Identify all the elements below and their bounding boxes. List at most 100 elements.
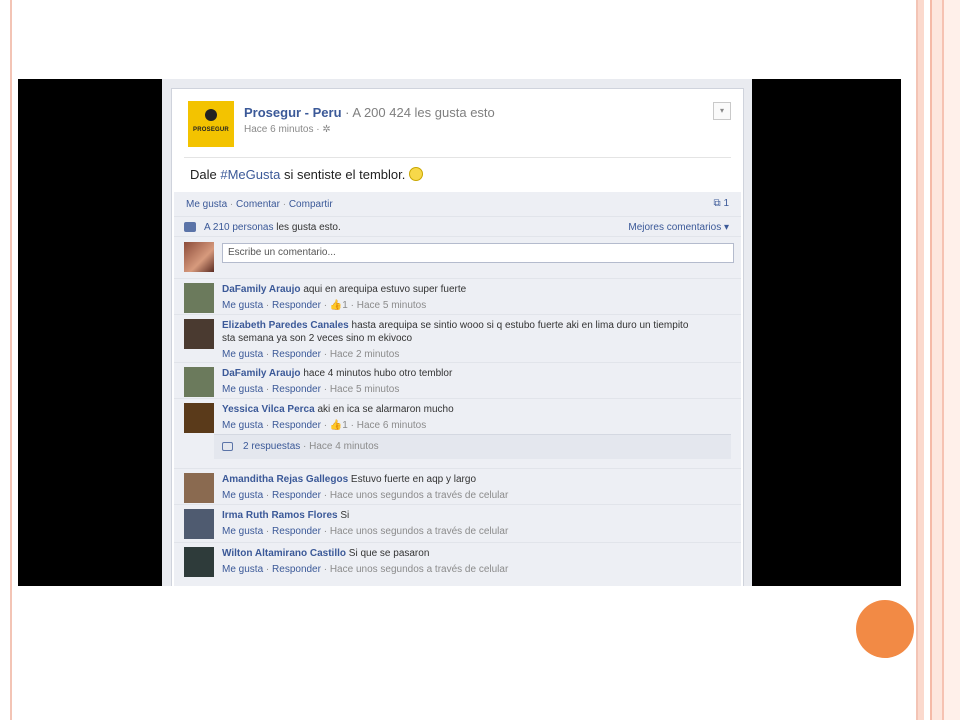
comment-body: DaFamily Araujo hace 4 minutos hubo otro…	[222, 367, 702, 396]
comment-item: Amanditha Rejas Gallegos Estuvo fuerte e…	[174, 468, 741, 505]
comment-author-link[interactable]: DaFamily Araujo	[222, 368, 301, 379]
replies-count-link[interactable]: 2 respuestas	[243, 441, 300, 452]
comment-author-link[interactable]: Amanditha Rejas Gallegos	[222, 474, 348, 485]
comment-like-link[interactable]: Me gusta	[222, 384, 263, 395]
reply-bubble-icon	[222, 442, 233, 451]
likers-link[interactable]: A 210 personas	[204, 222, 274, 233]
comment-item: DaFamily Araujo aqui en arequipa estuvo …	[174, 278, 741, 315]
comment-reply-link[interactable]: Responder	[272, 564, 321, 575]
comment-link[interactable]: Comentar	[236, 199, 280, 210]
avatar[interactable]	[184, 319, 214, 349]
comment-like-link[interactable]: Me gusta	[222, 349, 263, 360]
comment-compose-row: Escribe un comentario...	[174, 236, 741, 273]
avatar[interactable]	[184, 473, 214, 503]
comment-meta-text: · 👍1 · Hace 5 minutos	[320, 300, 427, 311]
avatar[interactable]	[184, 547, 214, 577]
view-replies-row[interactable]: 2 respuestas · Hace 4 minutos	[214, 434, 731, 459]
comment-input[interactable]: Escribe un comentario...	[222, 243, 734, 263]
page-name-link[interactable]: Prosegur - Peru	[244, 105, 342, 120]
post-text-start: Dale	[190, 167, 221, 182]
logo-text: PROSEGUR	[193, 127, 229, 133]
avatar[interactable]	[184, 367, 214, 397]
comment-body: Irma Ruth Ramos Flores Si Me gusta · Res…	[222, 509, 702, 538]
comment-like-link[interactable]: Me gusta	[222, 300, 263, 311]
thumbs-up-icon	[184, 222, 196, 232]
comment-text: aqui en arequipa estuvo super fuerte	[300, 284, 467, 295]
comment-reply-link[interactable]: Responder	[272, 420, 321, 431]
avatar[interactable]	[184, 242, 214, 272]
feedback-section: Me gusta · Comentar · Compartir ⧉ 1 A 21…	[174, 192, 741, 586]
comment-text: hace 4 minutos hubo otro temblor	[300, 368, 453, 379]
comment-meta-text: · Hace unos segundos a través de celular	[320, 490, 509, 501]
decorative-orange-circle	[856, 600, 914, 658]
comment-body: Amanditha Rejas Gallegos Estuvo fuerte e…	[222, 473, 702, 502]
comment-body: Wilton Altamirano Castillo Si que se pas…	[222, 547, 702, 576]
avatar[interactable]	[184, 509, 214, 539]
share-icon: ⧉	[713, 198, 721, 209]
hashtag-link[interactable]: #MeGusta	[220, 167, 280, 182]
comment-text: aki en ica se alarmaron mucho	[314, 404, 454, 415]
comment-reply-link[interactable]: Responder	[272, 300, 321, 311]
comment-text: Estuvo fuerte en aqp y largo	[348, 474, 477, 485]
comment-meta-text: · Hace unos segundos a través de celular	[320, 526, 509, 537]
comment-item: Elizabeth Paredes Canales hasta arequipa…	[174, 314, 741, 363]
comment-reply-link[interactable]: Responder	[272, 384, 321, 395]
avatar[interactable]	[184, 283, 214, 313]
share-count[interactable]: ⧉ 1	[714, 198, 729, 209]
comment-text: Si que se pasaron	[346, 548, 430, 559]
comment-body: Elizabeth Paredes Canales hasta arequipa…	[222, 319, 702, 361]
comment-meta: Me gusta · Responder · 👍1 · Hace 5 minut…	[222, 300, 427, 311]
comment-item: Wilton Altamirano Castillo Si que se pas…	[174, 542, 741, 583]
slide-right-border	[918, 0, 960, 720]
comment-reply-link[interactable]: Responder	[272, 490, 321, 501]
screenshot-area: PROSEGUR Prosegur - Peru · A 200 424 les…	[18, 79, 901, 586]
comment-author-link[interactable]: DaFamily Araujo	[222, 284, 301, 295]
comment-author-link[interactable]: Irma Ruth Ramos Flores	[222, 510, 338, 521]
comment-text: Si	[337, 510, 350, 521]
comment-item: Yessica Vilca Perca aki en ica se alarma…	[174, 398, 741, 437]
comment-item: Irma Ruth Ramos Flores Si Me gusta · Res…	[174, 504, 741, 543]
likes-summary-text: les gusta esto.	[273, 222, 341, 233]
comment-like-link[interactable]: Me gusta	[222, 490, 263, 501]
separator: ·	[279, 199, 289, 210]
chevron-down-icon: ▾	[719, 106, 724, 115]
comment-meta: Me gusta · Responder · Hace 5 minutos	[222, 384, 400, 395]
comment-reply-link[interactable]: Responder	[272, 526, 321, 537]
comment-meta: Me gusta · Responder · Hace unos segundo…	[222, 490, 509, 501]
comment-author-link[interactable]: Yessica Vilca Perca	[222, 404, 315, 415]
replies-summary: 2 respuestas · Hace 4 minutos	[243, 441, 379, 452]
slide-left-border	[0, 0, 12, 720]
comment-meta-text: · Hace 2 minutos	[320, 349, 400, 360]
comment-body: Yessica Vilca Perca aki en ica se alarma…	[222, 403, 702, 432]
like-link[interactable]: Me gusta	[186, 199, 227, 210]
divider	[184, 157, 731, 158]
comment-sort-dropdown[interactable]: Mejores comentarios ▾	[628, 222, 729, 233]
logo-emblem-icon	[205, 109, 217, 121]
avatar[interactable]	[184, 403, 214, 433]
comment-item: DaFamily Araujo hace 4 minutos hubo otro…	[174, 362, 741, 399]
comment-like-link[interactable]: Me gusta	[222, 420, 263, 431]
comment-like-link[interactable]: Me gusta	[222, 526, 263, 537]
comment-meta: Me gusta · Responder · Hace unos segundo…	[222, 564, 509, 575]
post-timestamp[interactable]: Hace 6 minutos · ✲	[244, 124, 331, 135]
post-card: PROSEGUR Prosegur - Peru · A 200 424 les…	[171, 88, 744, 586]
comment-meta-text: · 👍1 · Hace 6 minutos	[320, 420, 427, 431]
comment-meta-text: · Hace 5 minutos	[320, 384, 400, 395]
separator: ·	[227, 199, 237, 210]
share-link[interactable]: Compartir	[289, 199, 333, 210]
globe-icon: ✲	[322, 124, 331, 135]
post-message: Dale #MeGusta si sentiste el temblor.	[190, 167, 423, 182]
comment-author-link[interactable]: Wilton Altamirano Castillo	[222, 548, 346, 559]
comment-like-link[interactable]: Me gusta	[222, 564, 263, 575]
comment-meta: Me gusta · Responder · Hace 2 minutos	[222, 349, 400, 360]
post-options-button[interactable]: ▾	[713, 102, 731, 120]
action-links: Me gusta · Comentar · Compartir	[186, 199, 333, 210]
post-time-text: Hace 6 minutos ·	[244, 124, 323, 135]
comment-meta: Me gusta · Responder · Hace unos segundo…	[222, 526, 509, 537]
comment-reply-link[interactable]: Responder	[272, 349, 321, 360]
likes-summary: A 210 personas les gusta esto.	[204, 222, 341, 233]
comment-body: DaFamily Araujo aqui en arequipa estuvo …	[222, 283, 702, 312]
comment-author-link[interactable]: Elizabeth Paredes Canales	[222, 320, 349, 331]
page-logo[interactable]: PROSEGUR	[188, 101, 234, 147]
facebook-post-screenshot: PROSEGUR Prosegur - Peru · A 200 424 les…	[162, 79, 752, 586]
